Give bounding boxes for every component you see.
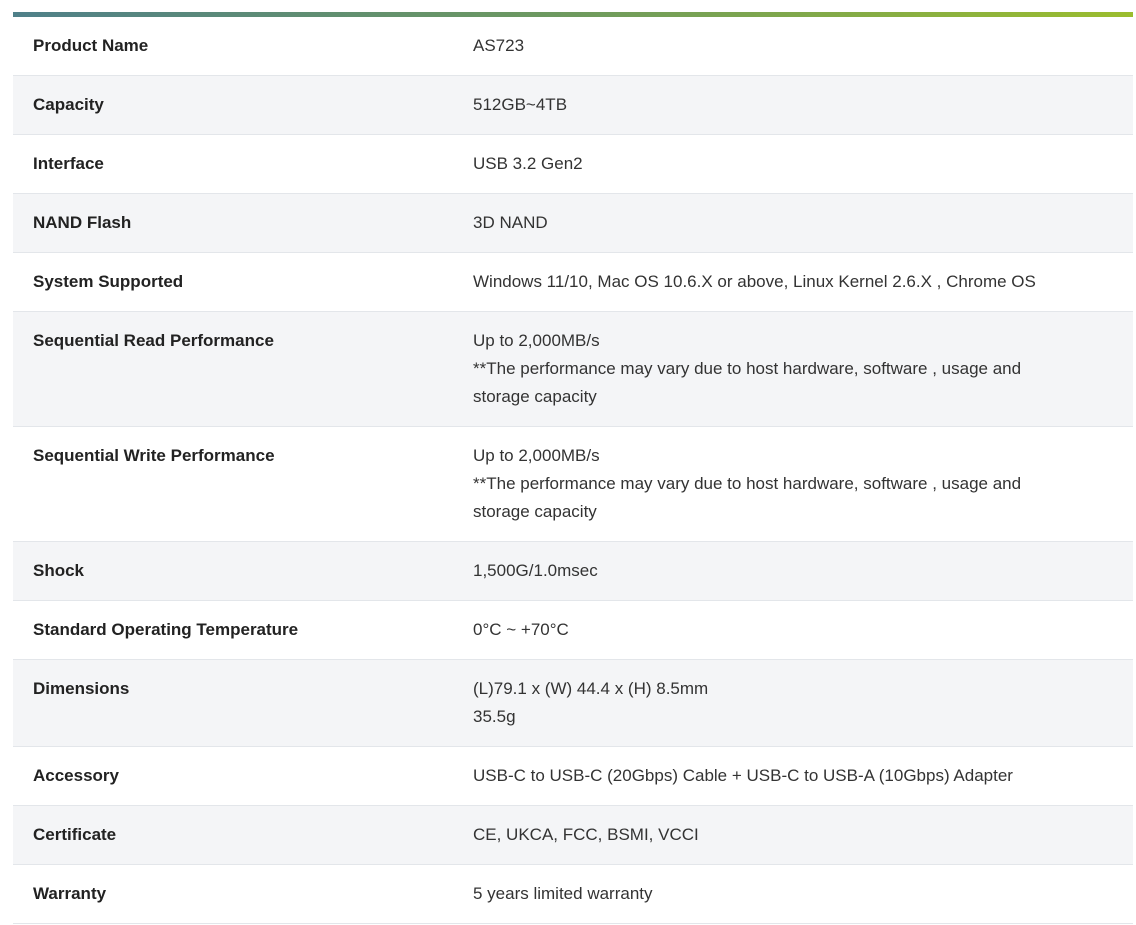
spec-row-nand-flash: NAND Flash 3D NAND — [13, 193, 1133, 253]
spec-label: Warranty — [33, 884, 107, 903]
spec-label: Interface — [33, 154, 104, 173]
spec-row-operating-temperature: Standard Operating Temperature 0°C ~ +70… — [13, 600, 1133, 660]
spec-section: Product Name AS723 Capacity 512GB~4TB In… — [13, 12, 1133, 924]
spec-label: Dimensions — [33, 679, 130, 698]
spec-value-line: 3D NAND — [473, 213, 548, 232]
spec-value-line: 512GB~4TB — [473, 95, 568, 114]
spec-value-note: **The performance may vary due to host h… — [473, 359, 1022, 406]
spec-row-sequential-read: Sequential Read Performance Up to 2,000M… — [13, 311, 1133, 427]
spec-value: 3D NAND — [453, 194, 1133, 253]
spec-value: 5 years limited warranty — [453, 865, 1133, 924]
spec-label: Standard Operating Temperature — [33, 620, 299, 639]
spec-row-warranty: Warranty 5 years limited warranty — [13, 864, 1133, 924]
spec-value-line: AS723 — [473, 36, 525, 55]
spec-value: Up to 2,000MB/s **The performance may va… — [453, 427, 1133, 542]
spec-value-line: CE, UKCA, FCC, BSMI, VCCI — [473, 825, 699, 844]
spec-row-dimensions: Dimensions (L)79.1 x (W) 44.4 x (H) 8.5m… — [13, 659, 1133, 747]
spec-value: (L)79.1 x (W) 44.4 x (H) 8.5mm 35.5g — [453, 660, 1133, 747]
spec-label: Sequential Read Performance — [33, 331, 274, 350]
spec-label: Product Name — [33, 36, 149, 55]
spec-row-certificate: Certificate CE, UKCA, FCC, BSMI, VCCI — [13, 805, 1133, 865]
spec-table-body: Product Name AS723 Capacity 512GB~4TB In… — [13, 17, 1133, 924]
spec-value: USB-C to USB-C (20Gbps) Cable + USB-C to… — [453, 747, 1133, 806]
spec-value-line: 1,500G/1.0msec — [473, 561, 598, 580]
spec-value-note: **The performance may vary due to host h… — [473, 474, 1022, 521]
spec-table: Product Name AS723 Capacity 512GB~4TB In… — [13, 17, 1133, 924]
spec-label: System Supported — [33, 272, 184, 291]
spec-value-line: 35.5g — [473, 707, 516, 726]
spec-row-product-name: Product Name AS723 — [13, 17, 1133, 76]
spec-value: 512GB~4TB — [453, 76, 1133, 135]
spec-label: Accessory — [33, 766, 120, 785]
spec-value: AS723 — [453, 17, 1133, 76]
spec-label: NAND Flash — [33, 213, 132, 232]
spec-label: Certificate — [33, 825, 117, 844]
spec-row-accessory: Accessory USB-C to USB-C (20Gbps) Cable … — [13, 746, 1133, 806]
spec-value-line: USB 3.2 Gen2 — [473, 154, 583, 173]
spec-row-shock: Shock 1,500G/1.0msec — [13, 541, 1133, 601]
spec-row-interface: Interface USB 3.2 Gen2 — [13, 134, 1133, 194]
spec-value: Up to 2,000MB/s **The performance may va… — [453, 312, 1133, 427]
spec-value: 1,500G/1.0msec — [453, 542, 1133, 601]
spec-row-sequential-write: Sequential Write Performance Up to 2,000… — [13, 426, 1133, 542]
spec-value-line: Up to 2,000MB/s — [473, 446, 600, 465]
spec-row-capacity: Capacity 512GB~4TB — [13, 75, 1133, 135]
spec-value: 0°C ~ +70°C — [453, 601, 1133, 660]
spec-value-line: 5 years limited warranty — [473, 884, 653, 903]
spec-value-line: Windows 11/10, Mac OS 10.6.X or above, L… — [473, 272, 1036, 291]
spec-label: Sequential Write Performance — [33, 446, 275, 465]
spec-value: Windows 11/10, Mac OS 10.6.X or above, L… — [453, 253, 1133, 312]
spec-value-line: Up to 2,000MB/s — [473, 331, 600, 350]
spec-label: Shock — [33, 561, 85, 580]
spec-value: CE, UKCA, FCC, BSMI, VCCI — [453, 806, 1133, 865]
spec-value-line: 0°C ~ +70°C — [473, 620, 569, 639]
spec-value-line: USB-C to USB-C (20Gbps) Cable + USB-C to… — [473, 766, 1013, 785]
spec-label: Capacity — [33, 95, 104, 114]
spec-row-system-supported: System Supported Windows 11/10, Mac OS 1… — [13, 252, 1133, 312]
spec-value: USB 3.2 Gen2 — [453, 135, 1133, 194]
spec-value-line: (L)79.1 x (W) 44.4 x (H) 8.5mm — [473, 679, 709, 698]
